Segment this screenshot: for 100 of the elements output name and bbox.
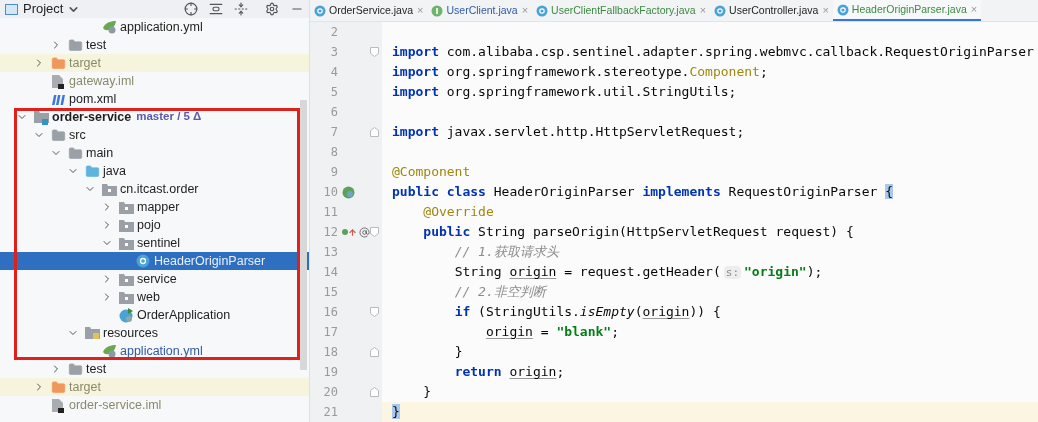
- module-file-icon: [51, 73, 64, 89]
- tab-label: UserClientFallbackFactory.java: [551, 2, 696, 18]
- tab-label: OrderService.java: [329, 2, 414, 18]
- fold-icon[interactable]: [370, 47, 379, 57]
- line-number: 3: [329, 44, 338, 61]
- expand-all-icon[interactable]: [209, 2, 223, 16]
- package-icon: [119, 290, 134, 304]
- tree-item[interactable]: sentinel: [0, 234, 309, 252]
- folder-icon: [51, 55, 66, 71]
- line-number: 12: [322, 224, 338, 241]
- bean-icon[interactable]: [342, 185, 355, 199]
- tree-item-label: mapper: [137, 198, 180, 216]
- tree-item-label: HeaderOriginParser: [154, 252, 266, 270]
- tab-label: HeaderOriginParser.java: [851, 1, 967, 17]
- tree-item-label: application.yml: [120, 342, 203, 360]
- line-number: 17: [322, 324, 338, 341]
- line-number: 19: [322, 364, 338, 381]
- module-file-icon: [51, 397, 64, 413]
- tree-item[interactable]: OrderApplication: [0, 306, 309, 324]
- tree-item-label: order-service.iml: [69, 396, 162, 414]
- tree-item[interactable]: HeaderOriginParser: [0, 252, 309, 270]
- line-number: 15: [322, 284, 338, 301]
- tree-item-label: test: [86, 36, 107, 54]
- scrollbar[interactable]: [300, 100, 307, 370]
- tab-label: UserClient.java: [446, 2, 518, 18]
- code-text: @Override: [422, 203, 494, 222]
- collapse-all-icon[interactable]: [234, 2, 248, 16]
- tree-item-label: test: [86, 360, 107, 378]
- tree-item[interactable]: main: [0, 144, 309, 162]
- tree-item[interactable]: cn.itcast.order: [0, 180, 309, 198]
- code-text: }: [453, 343, 463, 362]
- line-number: 21: [322, 404, 338, 421]
- tree-item-label: order-service: [52, 108, 132, 126]
- tab-label: UserController.java: [729, 2, 819, 18]
- tree-item[interactable]: application.yml: [0, 18, 309, 36]
- line-number: 10: [322, 184, 338, 201]
- fold-icon[interactable]: [370, 387, 379, 397]
- locate-icon[interactable]: [184, 2, 198, 16]
- line-number: 13: [322, 244, 338, 261]
- tree-item[interactable]: pom.xml: [0, 90, 309, 108]
- tree-item[interactable]: service: [0, 270, 309, 288]
- tree-item[interactable]: test: [0, 360, 309, 378]
- package-icon: [119, 200, 134, 214]
- tree-item[interactable]: java: [0, 162, 309, 180]
- code-text: // 2.非空判断: [453, 283, 546, 302]
- implements-icon[interactable]: [342, 226, 357, 238]
- annotation-icon[interactable]: [359, 225, 370, 239]
- editor-tab[interactable]: HeaderOriginParser.java ×: [832, 0, 982, 21]
- tree-item-label: java: [103, 162, 126, 180]
- tree-item[interactable]: web: [0, 288, 309, 306]
- package-icon: [119, 218, 134, 232]
- tree-item[interactable]: resources: [0, 324, 309, 342]
- line-number: 4: [329, 64, 338, 81]
- interface-icon: [431, 4, 444, 17]
- class-icon: [314, 4, 326, 17]
- fold-icon[interactable]: [370, 227, 379, 237]
- code-text: // 1.获取请求头: [453, 243, 559, 262]
- code-text: import org.springframework.util.StringUtils;: [392, 83, 737, 102]
- editor-tab[interactable]: UserClient.java ×: [427, 0, 533, 21]
- package-icon: [119, 272, 134, 286]
- tree-item[interactable]: src: [0, 126, 309, 144]
- line-number: 2: [329, 24, 338, 41]
- fold-icon[interactable]: [370, 347, 379, 357]
- fold-icon[interactable]: [370, 307, 379, 317]
- editor-tab[interactable]: UserController.java ×: [710, 0, 833, 21]
- tree-item-label: service: [137, 270, 177, 288]
- tree-item-label: cn.itcast.order: [120, 180, 199, 198]
- tree-item-label: src: [69, 126, 86, 144]
- tree-item-label: target: [69, 378, 101, 396]
- line-number: 8: [329, 144, 338, 161]
- folder-icon: [68, 37, 83, 53]
- tree-item[interactable]: test: [0, 36, 309, 54]
- line-number: 5: [329, 84, 338, 101]
- line-number: 14: [322, 264, 338, 281]
- fold-icon[interactable]: [370, 127, 379, 137]
- panel-title[interactable]: Project: [23, 0, 64, 19]
- tree-item[interactable]: application.yml: [0, 342, 309, 360]
- tree-item[interactable]: pojo: [0, 216, 309, 234]
- yaml-file-icon: [102, 344, 117, 358]
- line-number: 20: [322, 384, 338, 401]
- class-icon: [836, 3, 849, 16]
- tree-item-label: target: [69, 54, 101, 72]
- tree-item[interactable]: mapper: [0, 198, 309, 216]
- spring-class-icon: [119, 307, 134, 323]
- line-number: 7: [329, 124, 338, 141]
- settings-icon[interactable]: [265, 2, 279, 16]
- branch-label: master / 5 Δ: [136, 109, 202, 125]
- line-number: 11: [322, 204, 338, 221]
- maven-icon: [51, 92, 67, 106]
- code-editor[interactable]: [310, 22, 1038, 422]
- editor-tab[interactable]: UserClientFallbackFactory.java ×: [532, 0, 711, 21]
- tree-item[interactable]: order-service master / 5 Δ: [0, 108, 309, 126]
- tree-item-label: application.yml: [120, 18, 203, 36]
- tree-item-label: gateway.iml: [69, 72, 135, 90]
- line-number: 16: [322, 304, 338, 321]
- tree-item-label: sentinel: [137, 234, 181, 252]
- editor-tab[interactable]: OrderService.java ×: [310, 0, 428, 21]
- code-text: @Component: [392, 163, 471, 182]
- line-number: 18: [322, 344, 338, 361]
- tree-item-label: web: [137, 288, 160, 306]
